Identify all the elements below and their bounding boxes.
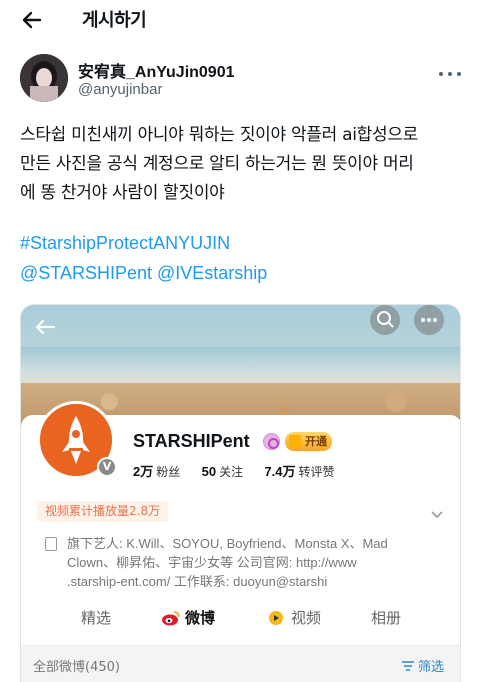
- tab-weibo[interactable]: 微博: [185, 607, 215, 628]
- tweet-line: 만든 사진을 공식 계정으로 알티 하는거는 뭔 뜻이야 머리: [20, 154, 414, 174]
- author-avatar[interactable]: [20, 54, 68, 102]
- weibo-tabs: 精选 微博 视频 相册: [21, 603, 460, 635]
- stat-followers[interactable]: 2万 粉丝: [133, 464, 180, 479]
- author-name[interactable]: 安宥真_AnYuJin0901: [78, 58, 235, 82]
- tab-album[interactable]: 相册: [371, 607, 401, 628]
- tweet-body: 스타쉽 미친새끼 아니야 뭐하는 짓이야 악플러 ai합성으로 만든 사진을 공…: [20, 121, 470, 208]
- back-arrow-icon[interactable]: [31, 313, 59, 341]
- document-icon: [45, 537, 57, 551]
- mentions: @STARSHIPent @IVEstarship: [20, 263, 267, 284]
- attached-image[interactable]: V STARSHIPent 开通 2万 粉丝 50 关注 7.4万 转评赞 视频累计播…: [20, 304, 461, 682]
- filter-label: 筛选: [418, 660, 445, 675]
- weibo-stats: 2万 粉丝 50 关注 7.4万 转评赞: [133, 461, 353, 480]
- page-title: 게시하기: [82, 10, 147, 31]
- description-line: 旗下艺人: K.Will、SOYOU, Boyfriend、Monsta X、M…: [67, 536, 388, 551]
- search-icon[interactable]: [370, 305, 400, 335]
- weibo-account-name: STARSHIPent: [133, 431, 250, 451]
- vip-icon: [263, 433, 280, 450]
- video-views-badge: 视频累计播放量2.8万: [37, 501, 169, 522]
- tab-video[interactable]: 视频: [291, 607, 321, 628]
- tab-featured[interactable]: 精选: [81, 607, 111, 628]
- filter-button[interactable]: 筛选: [401, 656, 444, 675]
- hashtag-link[interactable]: #StarshipProtectANYUJIN: [20, 233, 230, 254]
- weibo-logo-icon: [161, 610, 180, 626]
- author-handle[interactable]: @anyujinbar: [78, 81, 162, 98]
- back-arrow-icon[interactable]: [18, 6, 46, 34]
- mention-link[interactable]: @STARSHIPent: [20, 263, 152, 283]
- tweet-line: 에 똥 찬거야 사람이 할짓이야: [20, 183, 225, 203]
- open-membership-button[interactable]: 开通: [285, 432, 332, 451]
- stat-engagement[interactable]: 7.4万 转评赞: [264, 464, 334, 479]
- chevron-down-icon[interactable]: [430, 505, 444, 519]
- description-line: Clown、柳昇佑、宇宙少女等 公司官网: http://www: [67, 555, 357, 570]
- verified-badge: V: [97, 457, 117, 477]
- mention-link[interactable]: @IVEstarship: [157, 263, 267, 283]
- top-bar: 게시하기: [0, 0, 480, 40]
- video-icon: [267, 610, 285, 626]
- post-count: 全部微博(450): [33, 660, 120, 675]
- tweet-line: 스타쉽 미친새끼 아니야 뭐하는 짓이야 악플러 ai합성으로: [20, 125, 418, 145]
- more-options-icon[interactable]: [414, 305, 444, 335]
- stat-following[interactable]: 50 关注: [202, 464, 243, 479]
- description-line: .starship-ent.com/ 工作联系: duoyun@starshi: [67, 574, 328, 589]
- more-options-icon[interactable]: [438, 64, 462, 76]
- weibo-post-bar: 全部微博(450) 筛选: [21, 645, 460, 682]
- banner-sea: [21, 347, 460, 387]
- account-description: 旗下艺人: K.Will、SOYOU, Boyfriend、Monsta X、M…: [67, 534, 452, 591]
